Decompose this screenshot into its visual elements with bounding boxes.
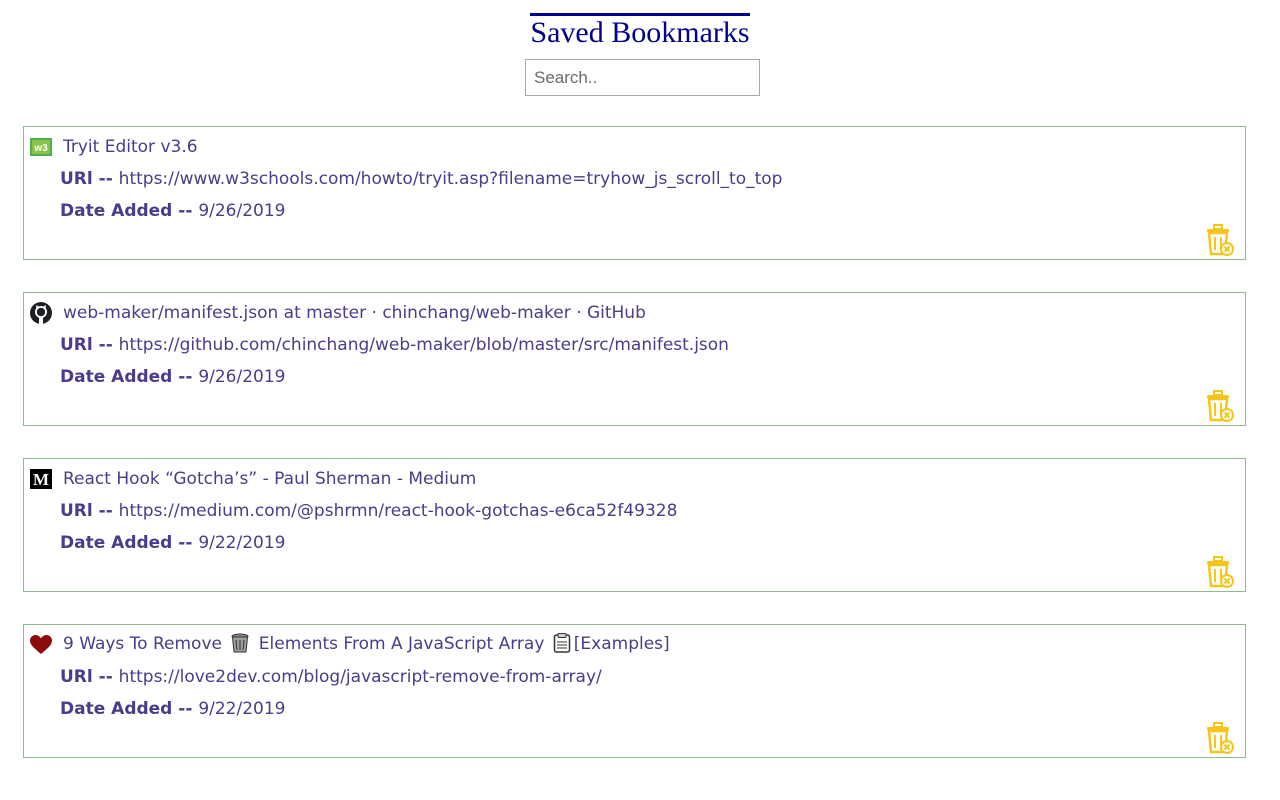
medium-icon: M — [30, 468, 52, 490]
bookmark-date: 9/26/2019 — [198, 201, 286, 221]
bookmark-title-part: Elements From A JavaScript Array — [258, 633, 545, 654]
date-label: Date Added -- — [60, 201, 199, 221]
bookmark-list: w3 Tryit Editor v3.6 URl -- https://www.… — [23, 126, 1246, 790]
delete-bookmark-icon[interactable] — [1205, 224, 1235, 256]
bookmark-date-row: Date Added -- 9/26/2019 — [60, 367, 285, 387]
bookmark-card: 9 Ways To Remove Elements From A JavaScr… — [23, 624, 1246, 758]
clipboard-icon — [553, 632, 571, 658]
w3schools-icon: w3 — [30, 136, 52, 158]
heart-icon — [30, 634, 52, 656]
svg-text:w3: w3 — [33, 143, 48, 154]
delete-bookmark-icon[interactable] — [1205, 556, 1235, 588]
wastebasket-icon — [230, 633, 250, 658]
delete-bookmark-icon[interactable] — [1205, 722, 1235, 754]
bookmark-url-row: URl -- https://medium.com/@pshrmn/react-… — [60, 501, 677, 521]
bookmark-title-row: 9 Ways To Remove Elements From A JavaScr… — [30, 632, 670, 658]
github-icon — [30, 302, 52, 324]
search-box — [525, 59, 760, 96]
bookmark-title-part: [Examples] — [573, 633, 670, 654]
bookmark-date: 9/22/2019 — [198, 699, 286, 719]
date-label: Date Added -- — [60, 699, 199, 719]
bookmark-url-row: URl -- https://github.com/chinchang/web-… — [60, 335, 729, 355]
bookmark-title-row: M React Hook “Gotcha’s” - Paul Sherman -… — [30, 468, 476, 490]
bookmark-title-row: web-maker/manifest.json at master · chin… — [30, 302, 646, 324]
delete-bookmark-icon[interactable] — [1205, 390, 1235, 422]
bookmark-url-link[interactable]: https://www.w3schools.com/howto/tryit.as… — [119, 169, 783, 189]
bookmark-card: w3 Tryit Editor v3.6 URl -- https://www.… — [23, 126, 1246, 260]
bookmark-date-row: Date Added -- 9/22/2019 — [60, 533, 285, 553]
page-title: Saved Bookmarks — [530, 13, 750, 50]
bookmark-url-link[interactable]: https://medium.com/@pshrmn/react-hook-go… — [119, 501, 678, 521]
date-label: Date Added -- — [60, 367, 199, 387]
bookmark-url-link[interactable]: https://github.com/chinchang/web-maker/b… — [119, 335, 729, 355]
bookmark-date-row: Date Added -- 9/26/2019 — [60, 201, 285, 221]
bookmark-title-row: w3 Tryit Editor v3.6 — [30, 136, 198, 158]
bookmark-title-link[interactable]: 9 Ways To Remove Elements From A JavaScr… — [63, 632, 670, 658]
url-label: URl -- — [60, 169, 119, 189]
bookmark-date: 9/22/2019 — [198, 533, 286, 553]
bookmark-title-link[interactable]: Tryit Editor v3.6 — [63, 137, 198, 157]
date-label: Date Added -- — [60, 533, 199, 553]
bookmark-title-link[interactable]: React Hook “Gotcha’s” - Paul Sherman - M… — [63, 469, 476, 489]
bookmark-card: M React Hook “Gotcha’s” - Paul Sherman -… — [23, 458, 1246, 592]
bookmark-title-link[interactable]: web-maker/manifest.json at master · chin… — [63, 303, 646, 323]
url-label: URl -- — [60, 501, 119, 521]
url-label: URl -- — [60, 667, 119, 687]
url-label: URl -- — [60, 335, 119, 355]
bookmark-card: web-maker/manifest.json at master · chin… — [23, 292, 1246, 426]
search-input[interactable] — [525, 59, 760, 96]
bookmark-date: 9/26/2019 — [198, 367, 286, 387]
bookmark-url-link[interactable]: https://love2dev.com/blog/javascript-rem… — [119, 667, 602, 687]
bookmark-url-row: URl -- https://www.w3schools.com/howto/t… — [60, 169, 782, 189]
bookmark-url-row: URl -- https://love2dev.com/blog/javascr… — [60, 667, 602, 687]
bookmark-date-row: Date Added -- 9/22/2019 — [60, 699, 285, 719]
bookmark-title-part: 9 Ways To Remove — [63, 633, 222, 654]
svg-text:M: M — [33, 470, 49, 489]
